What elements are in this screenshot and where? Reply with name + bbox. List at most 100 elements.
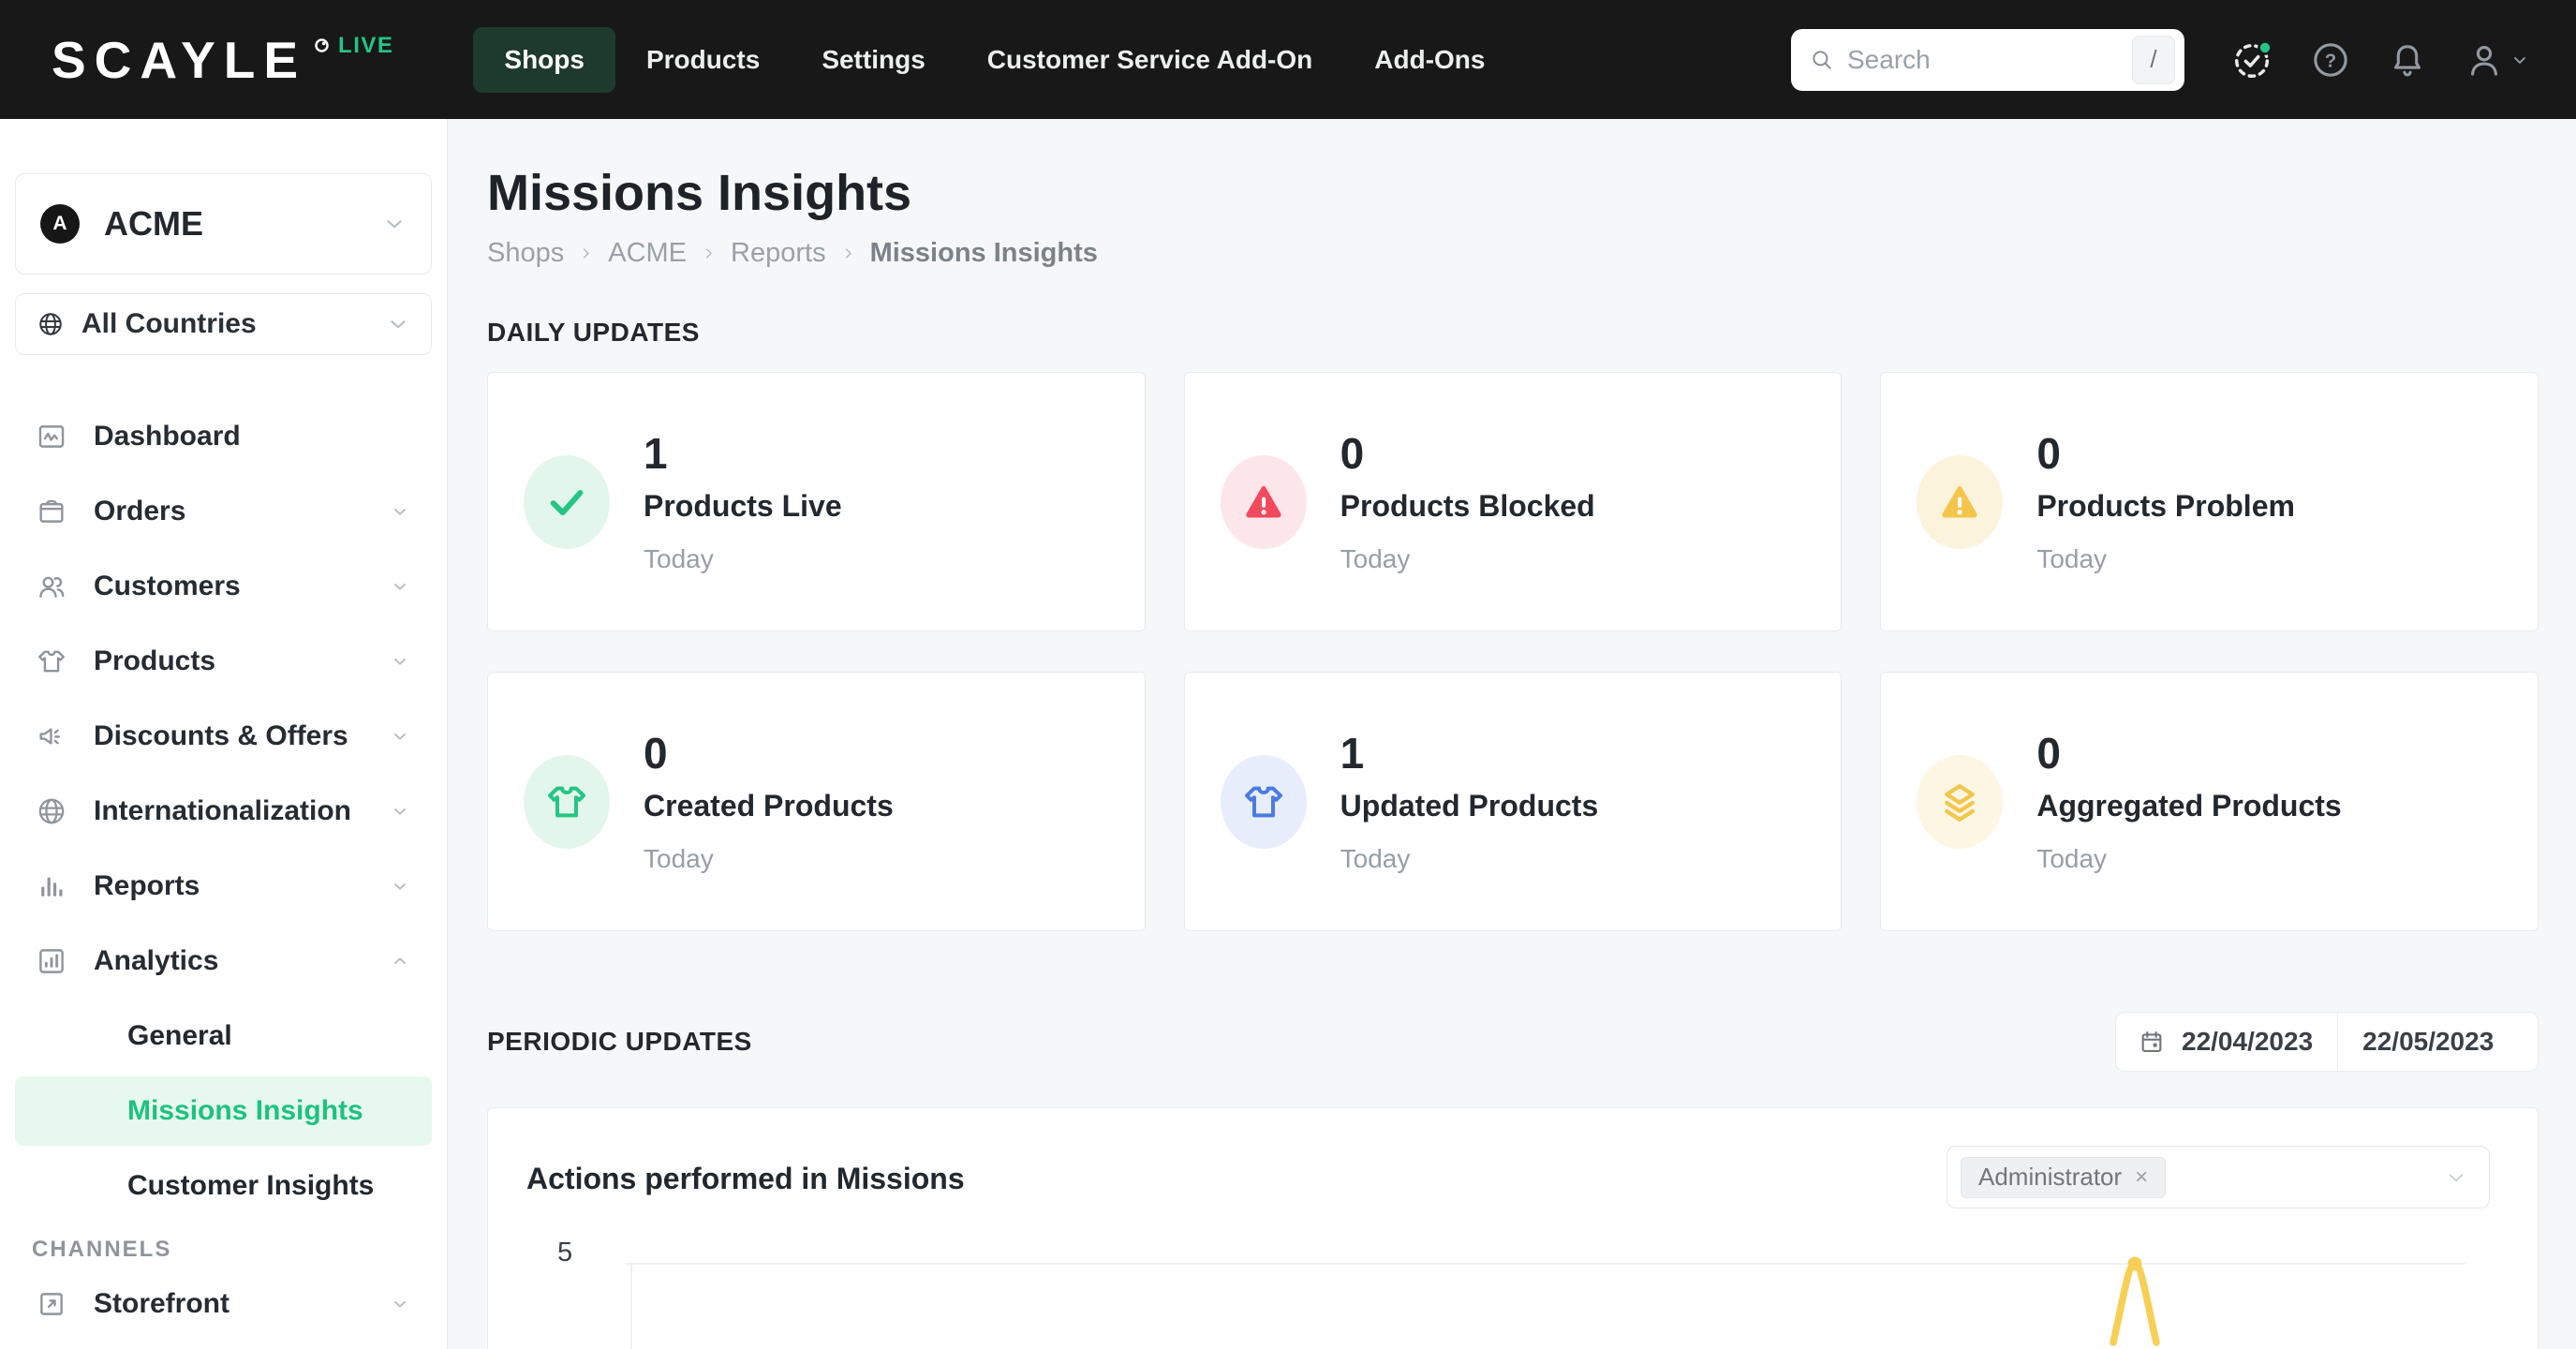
sidebar-item-storefront[interactable]: Storefront xyxy=(15,1267,432,1342)
globe-icon xyxy=(37,310,65,338)
sidebar-item-analytics[interactable]: Analytics xyxy=(15,924,432,999)
stat-period: Today xyxy=(1340,543,1411,573)
analytics-icon xyxy=(36,945,67,977)
stat-value: 0 xyxy=(644,728,668,778)
chevron-right-icon xyxy=(579,246,593,260)
megaphone-icon xyxy=(36,720,67,752)
chevron-right-icon xyxy=(841,246,855,260)
daily-cards-grid: 1 Products Live Today 0 Products Blocked… xyxy=(487,372,2539,931)
sidebar-item-reports[interactable]: Reports xyxy=(15,849,432,924)
role-filter-select[interactable]: Administrator × xyxy=(1947,1146,2490,1208)
sidebar-navigation: Dashboard Orders Customers Products Disc… xyxy=(15,399,432,1342)
channels-section-header: CHANNELS xyxy=(32,1237,172,1262)
search-input[interactable] xyxy=(1847,44,2132,75)
chevron-down-icon xyxy=(2444,1165,2468,1190)
sidebar-subitem-missions-insights[interactable]: Missions Insights xyxy=(15,1076,432,1146)
globe-icon xyxy=(36,795,67,827)
filter-tag-label: Administrator xyxy=(1978,1163,2123,1191)
user-menu[interactable] xyxy=(2464,39,2529,81)
sidebar-item-internationalization[interactable]: Internationalization xyxy=(15,774,432,849)
chevron-down-icon xyxy=(386,312,410,336)
stat-label: Aggregated Products xyxy=(2036,788,2342,823)
chevron-down-icon xyxy=(382,212,407,236)
calendar-icon xyxy=(2139,1029,2165,1055)
sidebar-item-label: Customers xyxy=(94,571,241,601)
periodic-updates-row: PERIODIC UPDATES 22/04/2023 22/05/2023 xyxy=(487,1012,2539,1072)
topnav-customer-service-addon[interactable]: Customer Service Add-On xyxy=(956,27,1343,93)
topbar: SCAYLE LIVE Shops Products Settings Cust… xyxy=(0,0,2576,119)
actions-chart-spike xyxy=(2110,1256,2160,1346)
stat-value: 0 xyxy=(2036,428,2061,478)
chevron-down-icon xyxy=(389,500,411,523)
tshirt-icon xyxy=(524,754,610,849)
date-range-picker[interactable]: 22/04/2023 22/05/2023 xyxy=(2115,1012,2539,1072)
aperture-ring-icon xyxy=(314,37,330,53)
stat-period: Today xyxy=(644,543,714,573)
sidebar-subitem-general[interactable]: General xyxy=(15,999,432,1074)
spike-path xyxy=(2110,1260,2160,1346)
stat-label: Updated Products xyxy=(1340,788,1599,823)
stat-label: Products Live xyxy=(644,488,842,523)
customers-icon xyxy=(36,571,67,602)
country-selector[interactable]: All Countries xyxy=(15,293,432,355)
bar-chart-icon xyxy=(36,870,67,902)
date-divider xyxy=(2337,1013,2339,1071)
shop-selector[interactable]: A ACME xyxy=(15,173,432,274)
layers-icon xyxy=(1917,754,2004,849)
stat-card-updated-products: 1 Updated Products Today xyxy=(1183,672,1843,931)
shop-selector-label: ACME xyxy=(104,204,203,243)
chevron-down-icon xyxy=(389,800,411,823)
storefront-icon xyxy=(36,1288,67,1320)
periodic-updates-header: PERIODIC UPDATES xyxy=(487,1027,752,1056)
search-icon xyxy=(1810,48,1834,72)
stat-period: Today xyxy=(2036,843,2108,873)
breadcrumb-reports[interactable]: Reports xyxy=(731,237,826,269)
stat-card-products-problem: 0 Products Problem Today xyxy=(1880,372,2539,631)
breadcrumb: Shops ACME Reports Missions Insights xyxy=(487,237,2539,269)
stat-value: 1 xyxy=(644,428,668,478)
sidebar-item-label: Storefront xyxy=(94,1288,229,1319)
sidebar-item-discounts-offers[interactable]: Discounts & Offers xyxy=(15,699,432,774)
topnav-shops[interactable]: Shops xyxy=(473,26,615,93)
check-icon xyxy=(524,454,610,549)
notifications-bell-icon[interactable] xyxy=(2387,39,2428,81)
topnav-settings[interactable]: Settings xyxy=(791,27,955,93)
date-to[interactable]: 22/05/2023 xyxy=(2362,1027,2494,1057)
actions-chart-card: Actions performed in Missions Administra… xyxy=(487,1107,2539,1349)
page-title: Missions Insights xyxy=(487,165,912,221)
global-search[interactable]: / xyxy=(1791,28,2184,91)
tshirt-icon xyxy=(1220,754,1307,849)
sidebar-item-products[interactable]: Products xyxy=(15,624,432,699)
stat-label: Created Products xyxy=(644,788,894,823)
shop-avatar: A xyxy=(40,204,80,244)
breadcrumb-shops[interactable]: Shops xyxy=(487,237,564,269)
sidebar-subitem-customer-insights[interactable]: Customer Insights xyxy=(15,1149,432,1223)
sidebar-item-customers[interactable]: Customers xyxy=(15,549,432,624)
stat-card-products-blocked: 0 Products Blocked Today xyxy=(1183,372,1843,631)
spike-dot xyxy=(2127,1256,2142,1271)
topnav-products[interactable]: Products xyxy=(615,27,791,93)
daily-updates-header: DAILY UPDATES xyxy=(487,318,700,347)
sidebar-item-label: Analytics xyxy=(94,945,219,976)
topnav-addons[interactable]: Add-Ons xyxy=(1343,27,1516,93)
sidebar-item-orders[interactable]: Orders xyxy=(15,474,432,549)
chevron-down-icon xyxy=(389,875,411,897)
stat-value: 0 xyxy=(2036,728,2061,778)
chevron-down-icon xyxy=(2510,51,2529,69)
sidebar-item-label: Discounts & Offers xyxy=(94,720,348,751)
chevron-down-icon xyxy=(389,575,411,598)
breadcrumb-current: Missions Insights xyxy=(869,238,1098,268)
stat-value: 1 xyxy=(1340,728,1365,778)
stat-period: Today xyxy=(644,843,714,873)
date-from[interactable]: 22/04/2023 xyxy=(2182,1027,2313,1057)
sidebar-item-label: Dashboard xyxy=(94,421,241,452)
breadcrumb-acme[interactable]: ACME xyxy=(608,237,687,269)
sidebar-item-label: Reports xyxy=(94,870,200,901)
system-status-icon[interactable] xyxy=(2231,38,2274,82)
remove-tag-icon[interactable]: × xyxy=(2135,1165,2148,1189)
orders-box-icon xyxy=(36,496,67,527)
help-icon[interactable]: ? xyxy=(2310,39,2351,81)
sidebar-item-dashboard[interactable]: Dashboard xyxy=(15,399,432,474)
stat-value: 0 xyxy=(1340,428,1365,478)
scayle-logo[interactable]: SCAYLE LIVE xyxy=(52,30,393,90)
